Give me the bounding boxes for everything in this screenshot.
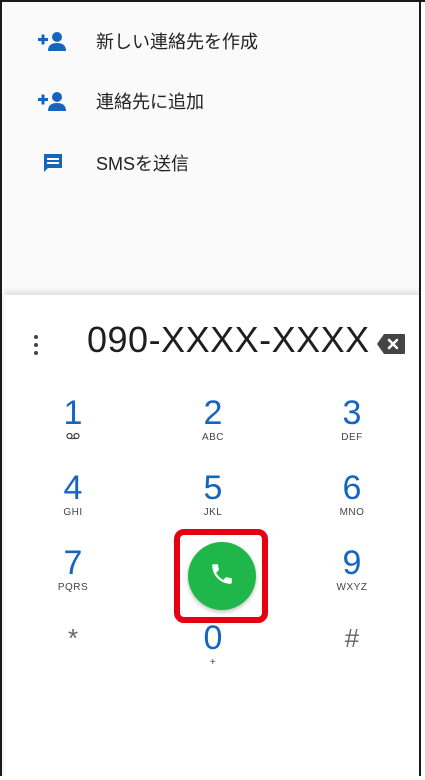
key-1[interactable]: 1 <box>18 394 128 472</box>
key-3-digit: 3 <box>342 394 362 432</box>
key-6-letters: MNO <box>339 507 365 518</box>
add-to-contact-label: 連絡先に追加 <box>96 92 204 112</box>
key-3-letters: DEF <box>341 432 363 443</box>
backspace-icon[interactable] <box>376 333 412 359</box>
key-9-letters: WXYZ <box>336 582 368 593</box>
key-star-symbol: * <box>67 623 79 653</box>
key-4[interactable]: 4 GHI <box>18 469 128 547</box>
key-0[interactable]: 0 + <box>158 619 268 697</box>
key-0-digit: 0 <box>203 619 223 657</box>
dialed-number: 090-XXXX-XXXX <box>87 319 370 360</box>
key-5-digit: 5 <box>203 469 223 507</box>
key-6[interactable]: 6 MNO <box>297 469 407 547</box>
create-contact-label: 新しい連絡先を作成 <box>96 32 258 52</box>
key-2[interactable]: 2 ABC <box>158 394 268 472</box>
top-border <box>0 0 425 2</box>
key-7-digit: 7 <box>63 544 83 582</box>
key-hash-symbol: # <box>344 623 360 653</box>
key-5-letters: JKL <box>203 507 223 518</box>
add-to-contact-action[interactable]: 連絡先に追加 <box>4 72 419 130</box>
key-1-digit: 1 <box>63 394 83 432</box>
send-sms-action[interactable]: SMSを送信 <box>4 134 419 192</box>
message-icon <box>38 152 68 174</box>
create-contact-action[interactable]: 新しい連絡先を作成 <box>4 12 419 70</box>
person-add-icon <box>38 30 68 52</box>
send-sms-label: SMSを送信 <box>96 154 190 174</box>
key-4-digit: 4 <box>63 469 83 507</box>
call-button[interactable] <box>188 542 256 610</box>
number-display-row: 090-XXXX-XXXX <box>4 313 419 377</box>
key-6-digit: 6 <box>342 469 362 507</box>
key-9[interactable]: 9 WXYZ <box>297 544 407 622</box>
phone-screen: 新しい連絡先を作成 連絡先に追加 SMSを送信 090-XXXX-XXXX 1 <box>0 0 421 776</box>
more-options-icon[interactable] <box>32 335 40 357</box>
key-0-plus: + <box>209 657 217 668</box>
key-hash[interactable]: # <box>297 619 407 697</box>
voicemail-icon <box>18 432 128 444</box>
person-add-icon <box>38 90 68 112</box>
key-9-digit: 9 <box>342 544 362 582</box>
key-7-letters: PQRS <box>57 582 89 593</box>
suggested-actions: 新しい連絡先を作成 連絡先に追加 SMSを送信 <box>4 0 419 295</box>
phone-icon <box>209 561 235 592</box>
key-2-digit: 2 <box>203 394 223 432</box>
key-4-letters: GHI <box>63 507 83 518</box>
key-2-letters: ABC <box>201 432 225 443</box>
key-7[interactable]: 7 PQRS <box>18 544 128 622</box>
key-star[interactable]: * <box>18 619 128 697</box>
key-3[interactable]: 3 DEF <box>297 394 407 472</box>
